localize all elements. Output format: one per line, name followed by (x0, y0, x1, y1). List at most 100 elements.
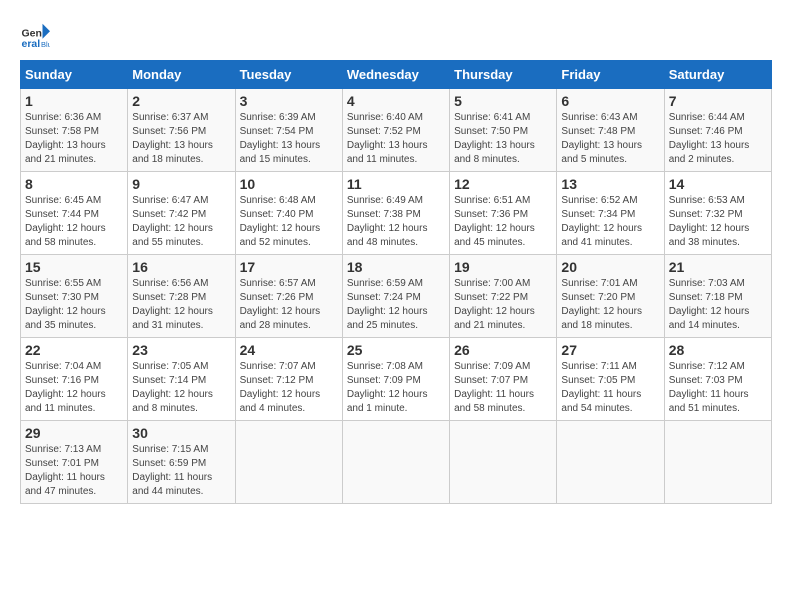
calendar-week-row: 15 Sunrise: 6:55 AMSunset: 7:30 PMDayligh… (21, 255, 772, 338)
calendar-cell (664, 421, 771, 504)
calendar-cell: 27Sunrise: 7:11 AMSunset: 7:05 PMDayligh… (557, 338, 664, 421)
day-info: Sunrise: 6:48 AMSunset: 7:40 PMDaylight:… (240, 195, 321, 248)
day-info: Sunrise: 7:12 AMSunset: 7:03 PMDaylight:… (669, 361, 749, 414)
header-monday: Monday (128, 61, 235, 89)
day-info: Sunrise: 6:56 AMSunset: 7:28 PMDaylight:… (132, 278, 213, 331)
header-saturday: Saturday (664, 61, 771, 89)
day-number: 11 (347, 176, 445, 192)
calendar-week-row: 22Sunrise: 7:04 AMSunset: 7:16 PMDayligh… (21, 338, 772, 421)
day-number: 7 (669, 93, 767, 109)
day-number: 24 (240, 342, 338, 358)
day-number: 3 (240, 93, 338, 109)
day-info: Sunrise: 7:03 AMSunset: 7:18 PMDaylight:… (669, 278, 750, 331)
page-header: Gen eral Blue (20, 20, 772, 50)
day-number: 30 (132, 425, 230, 441)
day-number: 20 (561, 259, 659, 275)
calendar-cell: 5 Sunrise: 6:41 AMSunset: 7:50 PMDaylight… (450, 89, 557, 172)
header-wednesday: Wednesday (342, 61, 449, 89)
day-info: Sunrise: 6:40 AMSunset: 7:52 PMDaylight:… (347, 112, 428, 165)
calendar-cell: 14 Sunrise: 6:53 AMSunset: 7:32 PMDayligh… (664, 172, 771, 255)
day-number: 18 (347, 259, 445, 275)
calendar-cell: 15 Sunrise: 6:55 AMSunset: 7:30 PMDayligh… (21, 255, 128, 338)
day-info: Sunrise: 7:01 AMSunset: 7:20 PMDaylight:… (561, 278, 642, 331)
day-info: Sunrise: 7:05 AMSunset: 7:14 PMDaylight:… (132, 361, 213, 414)
day-number: 12 (454, 176, 552, 192)
header-tuesday: Tuesday (235, 61, 342, 89)
day-number: 2 (132, 93, 230, 109)
calendar-cell: 29 Sunrise: 7:13 AMSunset: 7:01 PMDayligh… (21, 421, 128, 504)
day-info: Sunrise: 7:00 AMSunset: 7:22 PMDaylight:… (454, 278, 535, 331)
calendar-week-row: 1 Sunrise: 6:36 AMSunset: 7:58 PMDaylight… (21, 89, 772, 172)
calendar-cell: 2 Sunrise: 6:37 AMSunset: 7:56 PMDaylight… (128, 89, 235, 172)
day-info: Sunrise: 6:49 AMSunset: 7:38 PMDaylight:… (347, 195, 428, 248)
calendar-table: SundayMondayTuesdayWednesdayThursdayFrid… (20, 60, 772, 504)
header-thursday: Thursday (450, 61, 557, 89)
calendar-week-row: 29 Sunrise: 7:13 AMSunset: 7:01 PMDayligh… (21, 421, 772, 504)
day-number: 9 (132, 176, 230, 192)
day-info: Sunrise: 6:51 AMSunset: 7:36 PMDaylight:… (454, 195, 535, 248)
day-number: 1 (25, 93, 123, 109)
calendar-cell: 19 Sunrise: 7:00 AMSunset: 7:22 PMDayligh… (450, 255, 557, 338)
day-number: 25 (347, 342, 445, 358)
calendar-cell: 7 Sunrise: 6:44 AMSunset: 7:46 PMDaylight… (664, 89, 771, 172)
day-info: Sunrise: 6:36 AMSunset: 7:58 PMDaylight:… (25, 112, 106, 165)
calendar-cell: 21 Sunrise: 7:03 AMSunset: 7:18 PMDayligh… (664, 255, 771, 338)
day-info: Sunrise: 7:11 AMSunset: 7:05 PMDaylight:… (561, 361, 641, 414)
calendar-cell: 18 Sunrise: 6:59 AMSunset: 7:24 PMDayligh… (342, 255, 449, 338)
calendar-cell: 25 Sunrise: 7:08 AMSunset: 7:09 PMDayligh… (342, 338, 449, 421)
calendar-cell: 11 Sunrise: 6:49 AMSunset: 7:38 PMDayligh… (342, 172, 449, 255)
day-number: 21 (669, 259, 767, 275)
day-number: 14 (669, 176, 767, 192)
calendar-cell: 1 Sunrise: 6:36 AMSunset: 7:58 PMDaylight… (21, 89, 128, 172)
calendar-week-row: 8 Sunrise: 6:45 AMSunset: 7:44 PMDaylight… (21, 172, 772, 255)
day-number: 19 (454, 259, 552, 275)
calendar-cell: 13Sunrise: 6:52 AMSunset: 7:34 PMDayligh… (557, 172, 664, 255)
day-number: 5 (454, 93, 552, 109)
logo: Gen eral Blue (20, 20, 54, 50)
day-info: Sunrise: 7:09 AMSunset: 7:07 PMDaylight:… (454, 361, 534, 414)
day-number: 8 (25, 176, 123, 192)
day-info: Sunrise: 6:52 AMSunset: 7:34 PMDaylight:… (561, 195, 642, 248)
calendar-cell: 23 Sunrise: 7:05 AMSunset: 7:14 PMDayligh… (128, 338, 235, 421)
day-number: 23 (132, 342, 230, 358)
calendar-cell (450, 421, 557, 504)
day-number: 17 (240, 259, 338, 275)
day-info: Sunrise: 7:15 AMSunset: 6:59 PMDaylight:… (132, 444, 212, 497)
calendar-cell (342, 421, 449, 504)
calendar-cell (557, 421, 664, 504)
calendar-cell: 22Sunrise: 7:04 AMSunset: 7:16 PMDayligh… (21, 338, 128, 421)
day-info: Sunrise: 6:55 AMSunset: 7:30 PMDaylight:… (25, 278, 106, 331)
day-info: Sunrise: 6:37 AMSunset: 7:56 PMDaylight:… (132, 112, 213, 165)
day-info: Sunrise: 7:07 AMSunset: 7:12 PMDaylight:… (240, 361, 321, 414)
day-info: Sunrise: 6:44 AMSunset: 7:46 PMDaylight:… (669, 112, 750, 165)
header-friday: Friday (557, 61, 664, 89)
day-info: Sunrise: 7:13 AMSunset: 7:01 PMDaylight:… (25, 444, 105, 497)
calendar-cell: 8 Sunrise: 6:45 AMSunset: 7:44 PMDaylight… (21, 172, 128, 255)
day-number: 10 (240, 176, 338, 192)
day-number: 26 (454, 342, 552, 358)
calendar-cell: 6Sunrise: 6:43 AMSunset: 7:48 PMDaylight… (557, 89, 664, 172)
day-info: Sunrise: 6:47 AMSunset: 7:42 PMDaylight:… (132, 195, 213, 248)
day-number: 4 (347, 93, 445, 109)
calendar-header-row: SundayMondayTuesdayWednesdayThursdayFrid… (21, 61, 772, 89)
svg-text:Blue: Blue (41, 40, 50, 49)
calendar-cell: 24 Sunrise: 7:07 AMSunset: 7:12 PMDayligh… (235, 338, 342, 421)
day-number: 22 (25, 342, 123, 358)
calendar-cell: 26 Sunrise: 7:09 AMSunset: 7:07 PMDayligh… (450, 338, 557, 421)
header-sunday: Sunday (21, 61, 128, 89)
day-number: 16 (132, 259, 230, 275)
calendar-cell: 10 Sunrise: 6:48 AMSunset: 7:40 PMDayligh… (235, 172, 342, 255)
day-info: Sunrise: 6:39 AMSunset: 7:54 PMDaylight:… (240, 112, 321, 165)
calendar-cell: 3 Sunrise: 6:39 AMSunset: 7:54 PMDaylight… (235, 89, 342, 172)
day-number: 28 (669, 342, 767, 358)
day-info: Sunrise: 6:41 AMSunset: 7:50 PMDaylight:… (454, 112, 535, 165)
calendar-cell: 20 Sunrise: 7:01 AMSunset: 7:20 PMDayligh… (557, 255, 664, 338)
day-info: Sunrise: 6:59 AMSunset: 7:24 PMDaylight:… (347, 278, 428, 331)
day-info: Sunrise: 6:53 AMSunset: 7:32 PMDaylight:… (669, 195, 750, 248)
day-number: 15 (25, 259, 123, 275)
calendar-cell: 4 Sunrise: 6:40 AMSunset: 7:52 PMDaylight… (342, 89, 449, 172)
day-info: Sunrise: 6:45 AMSunset: 7:44 PMDaylight:… (25, 195, 106, 248)
day-number: 29 (25, 425, 123, 441)
day-info: Sunrise: 7:08 AMSunset: 7:09 PMDaylight:… (347, 361, 428, 414)
calendar-cell (235, 421, 342, 504)
